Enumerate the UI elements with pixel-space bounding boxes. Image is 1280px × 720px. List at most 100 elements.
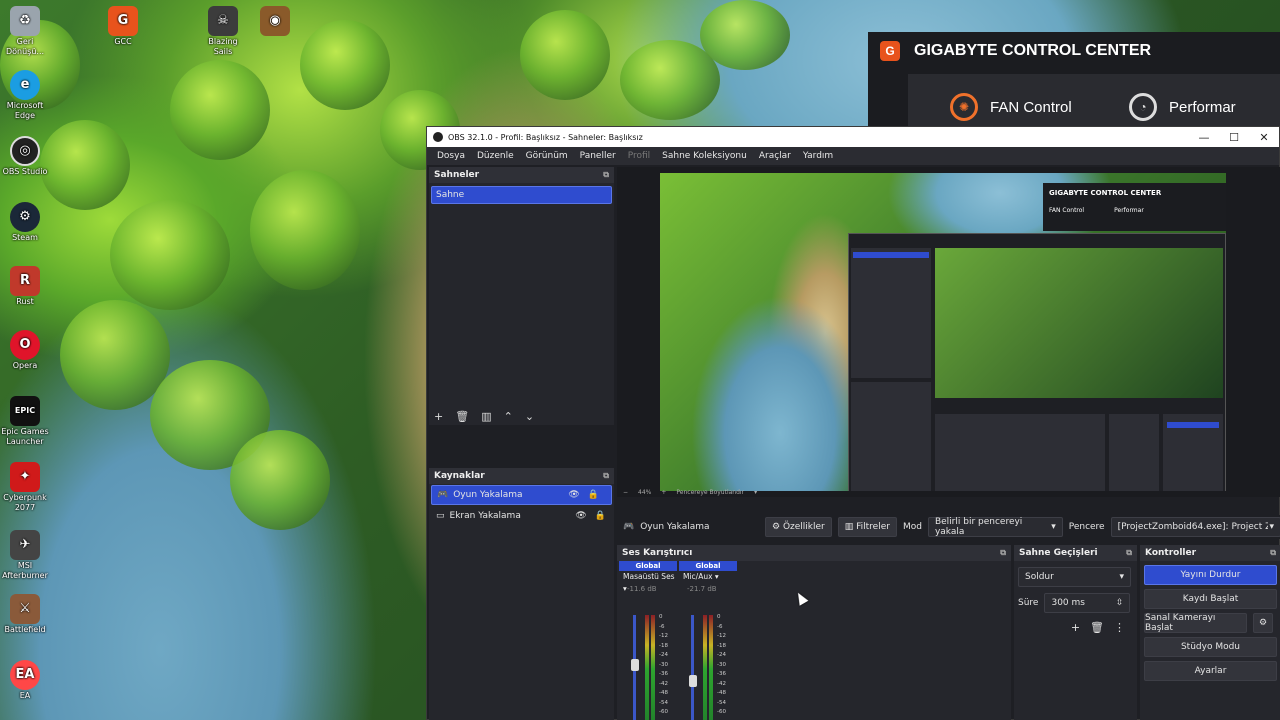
rust-icon: R [10,266,40,296]
eye-icon[interactable]: 👁 [575,511,586,521]
lock-icon[interactable]: 🔒 [588,490,599,500]
desktop-icon-ea[interactable]: EA EA [0,660,50,701]
zoom-out-icon[interactable]: − [623,489,628,496]
desktop-icon-battlefield[interactable]: ⚔ Battlefield [0,594,50,635]
level-meter [651,615,655,720]
level-meter [709,615,713,720]
add-icon[interactable]: + [434,410,443,423]
monitor-icon: ▭ [436,511,445,521]
dock-float-icon[interactable]: ⧉ [1270,548,1276,558]
filter-icon[interactable]: ▥ [481,410,491,423]
chevron-down-icon: ▾ [1051,522,1056,532]
desktop-icon-opera[interactable]: O Opera [0,330,50,371]
chevron-up-icon[interactable]: ⌃ [504,410,513,423]
menu-dosya[interactable]: Dosya [431,151,471,161]
gcc-icon: G [108,6,138,36]
gear-icon[interactable]: ⚙ [1253,613,1273,633]
start-recording-button[interactable]: Kaydı Başlat [1144,589,1277,609]
obs-titlebar[interactable]: OBS 32.1.0 - Profil: Başlıksız - Sahnele… [427,127,1279,147]
desktop-icon-blazing-sails[interactable]: ☠ Blazing Sails [198,6,248,57]
mixer-channel-desktop-audio: Global Masaüstü Ses ▾ -11.6 dB 0 -6 -12 -18… [619,561,677,720]
audio-mixer-dock: Ses Karıştırıcı ⧉ Global Masaüstü Ses ▾ … [617,545,1011,720]
preview-area[interactable]: GIGABYTE CONTROL CENTER FAN Control Perf… [617,167,1280,497]
gigabyte-control-center-window[interactable]: G GIGABYTE CONTROL CENTER ✺ FAN Control … [868,32,1280,140]
menu-yardim[interactable]: Yardım [797,151,839,161]
desktop-icon-msi-afterburner[interactable]: ✈ MSI Afterburner [0,530,50,581]
fader-knob[interactable] [689,675,697,687]
menu-sahne-koleksiyonu[interactable]: Sahne Koleksiyonu [656,151,753,161]
obs-window[interactable]: OBS 32.1.0 - Profil: Başlıksız - Sahnele… [426,126,1280,720]
dock-float-icon[interactable]: ⧉ [603,471,609,481]
scene-item[interactable]: Sahne [431,186,612,204]
dock-float-icon[interactable]: ⧉ [1000,548,1006,558]
preview-zoom-bar: − 44% + Pencereye Boyutlandır ▾ [617,485,1280,499]
obs-logo-icon [433,132,443,142]
transitions-header: Sahne Geçişleri ⧉ [1014,545,1137,561]
desktop-icon-obs[interactable]: ◎ OBS Studio [0,136,50,177]
gamepad-icon: 🎮 [623,522,635,532]
add-icon[interactable]: + [1071,621,1080,634]
zoom-in-icon[interactable]: + [661,489,666,496]
mode-select[interactable]: Belirli bir pencereyi yakala ▾ [927,517,1063,537]
desktop-icon-edge[interactable]: e Microsoft Edge [0,70,50,121]
menu-paneller[interactable]: Paneller [574,151,622,161]
desktop-icon-rust[interactable]: R Rust [0,266,50,307]
desktop-icon-epic-games[interactable]: EPIC Epic Games Launcher [0,396,50,447]
chevron-down-icon[interactable]: ▾ [754,489,757,496]
duration-spinbox[interactable]: 300 ms ⇳ [1044,593,1131,613]
trash-icon[interactable]: 🗑 [455,410,469,423]
eye-icon[interactable]: 👁 [568,490,579,500]
mixer-header: Ses Karıştırıcı ⧉ [617,545,1011,561]
gcc-tab-fan-control[interactable]: ✺ FAN Control [950,93,1101,121]
msi-afterburner-icon: ✈ [10,530,40,560]
maximize-icon[interactable]: ☐ [1219,131,1249,144]
duration-label: Süre [1018,598,1039,608]
fit-to-window[interactable]: Pencereye Boyutlandır [676,489,744,496]
stop-streaming-button[interactable]: Yayını Durdur [1144,565,1277,585]
properties-button[interactable]: ⚙ Özellikler [765,517,832,537]
spin-arrows-icon[interactable]: ⇳ [1116,598,1124,608]
menu-duzenle[interactable]: Düzenle [471,151,520,161]
minimize-icon[interactable]: — [1189,131,1219,144]
fan-icon: ✺ [950,93,978,121]
menu-gorunum[interactable]: Görünüm [520,151,574,161]
source-item-game-capture[interactable]: 🎮 Oyun Yakalama 👁 🔒 [431,485,612,505]
desktop-icon-gcc[interactable]: G GCC [98,6,148,47]
level-meter [645,615,649,720]
desktop-icon-game[interactable]: ◉ [250,6,300,37]
window-select[interactable]: [ProjectZomboid64.exe]: Project Zom▾ [1110,517,1280,537]
preview-canvas[interactable]: GIGABYTE CONTROL CENTER FAN Control Perf… [660,173,1226,491]
studio-mode-button[interactable]: Stüdyo Modu [1144,637,1277,657]
volume-fader[interactable] [691,615,694,720]
nested-obs-window [848,233,1226,491]
start-virtual-camera-button[interactable]: Sanal Kamerayı Başlat [1144,613,1247,633]
sources-dock: Kaynaklar ⧉ 🎮 Oyun Yakalama 👁 🔒 ▭ Ekran Y… [429,468,614,720]
filters-button[interactable]: ▥ Filtreler [837,517,897,537]
desktop-icon-steam[interactable]: ⚙ Steam [0,202,50,243]
channel-name[interactable]: Masaüstü Ses ▾ [619,571,677,593]
close-icon[interactable]: ✕ [1249,131,1279,144]
desktop-icon-recycle-bin[interactable]: ♻ Geri Dönüşü... [0,6,50,57]
zoom-value: 44% [638,488,652,496]
channel-name[interactable]: Mic/Aux ▾ [679,571,737,583]
meter-scale: 0 -6 -12 -18 -24 -30 -36 -42 -48 -54 -60 [659,614,668,715]
desktop-icon-cyberpunk[interactable]: ✦ Cyberpunk 2077 [0,462,50,513]
settings-button[interactable]: Ayarlar [1144,661,1277,681]
lock-icon[interactable]: 🔒 [595,511,606,521]
menu-araclar[interactable]: Araçlar [753,151,797,161]
menu-profil[interactable]: Profil [622,151,656,161]
controls-dock: Kontroller ⧉ Yayını Durdur Kaydı Başlat … [1140,545,1280,720]
gcc-tab-performance[interactable]: ◔ Performar [1129,93,1280,121]
obs-window-title: OBS 32.1.0 - Profil: Başlıksız - Sahnele… [448,132,643,142]
dock-float-icon[interactable]: ⧉ [1126,548,1132,558]
more-options-icon[interactable]: ⋮ [1114,621,1125,634]
chevron-down-icon: ▾ [1269,522,1274,532]
chevron-down-icon[interactable]: ⌄ [525,410,534,423]
obs-icon: ◎ [10,136,40,166]
trash-icon[interactable]: 🗑 [1090,621,1104,634]
source-item-display-capture[interactable]: ▭ Ekran Yakalama 👁 🔒 [431,506,612,526]
dock-float-icon[interactable]: ⧉ [603,170,609,180]
transition-select[interactable]: Soldur ▾ [1018,567,1131,587]
fader-knob[interactable] [631,659,639,671]
channel-badge: Global [619,561,677,571]
